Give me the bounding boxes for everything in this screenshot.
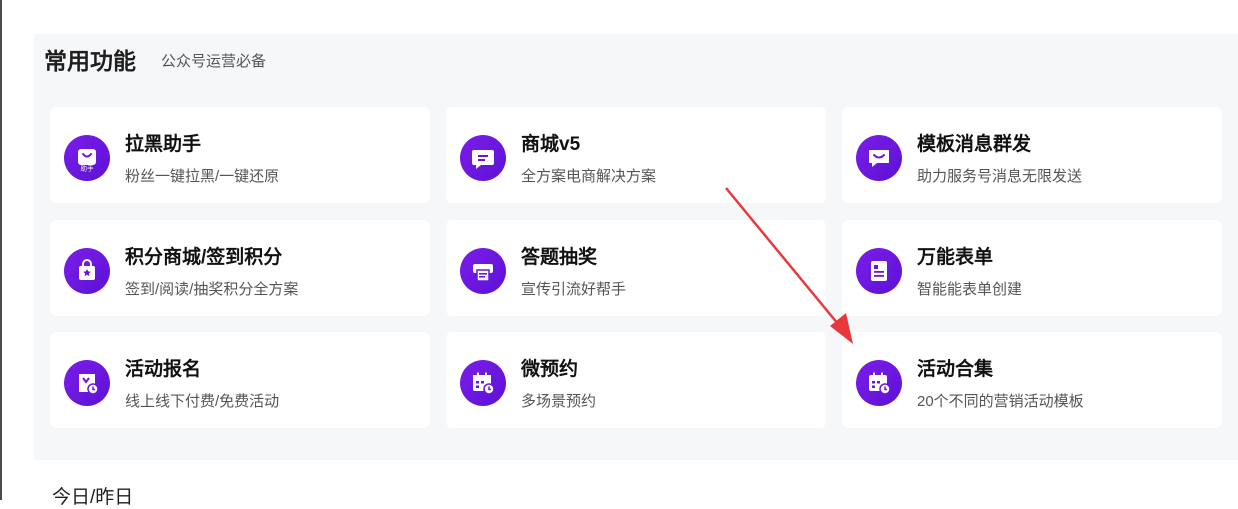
card-desc: 多场景预约	[521, 393, 597, 410]
card-activity-collection[interactable]: 活动合集 20个不同的营销活动模板	[842, 332, 1222, 428]
card-title: 积分商城/签到积分	[125, 247, 283, 268]
card-title: 微预约	[521, 359, 579, 380]
card-title: 商城v5	[521, 134, 581, 155]
card-blacklist-helper[interactable]: 助手 拉黑助手 粉丝一键拉黑/一键还原	[50, 107, 430, 203]
gift-bag-icon	[64, 248, 110, 294]
card-desc: 智能能表单创建	[917, 281, 1023, 298]
printer-icon	[460, 248, 506, 294]
calendar-clock-icon	[856, 360, 902, 406]
signup-clock-icon	[64, 360, 110, 406]
today-yesterday-label: 今日/昨日	[52, 487, 134, 508]
card-title: 万能表单	[917, 247, 994, 268]
card-title: 活动合集	[917, 359, 994, 380]
message-smile-icon	[856, 135, 902, 181]
card-universal-form[interactable]: 万能表单 智能能表单创建	[842, 220, 1222, 316]
card-points-mall[interactable]: 积分商城/签到积分 签到/阅读/抽奖积分全方案	[50, 220, 430, 316]
card-desc: 20个不同的营销活动模板	[917, 393, 1084, 410]
card-desc: 签到/阅读/抽奖积分全方案	[125, 281, 299, 298]
card-desc: 线上线下付费/免费活动	[125, 393, 280, 410]
calendar-clock-icon	[460, 360, 506, 406]
card-title: 拉黑助手	[125, 134, 202, 155]
card-desc: 全方案电商解决方案	[521, 168, 657, 185]
card-title: 答题抽奖	[521, 247, 598, 268]
left-border	[0, 0, 2, 500]
card-desc: 粉丝一键拉黑/一键还原	[125, 168, 280, 185]
common-functions-panel: 常用功能 公众号运营必备 助手 拉黑助手 粉丝一键拉黑/一键还原 商城v5 全方…	[34, 34, 1238, 460]
section-subtitle: 公众号运营必备	[161, 53, 267, 70]
card-mall-v5[interactable]: 商城v5 全方案电商解决方案	[446, 107, 826, 203]
card-title: 活动报名	[125, 359, 202, 380]
card-event-signup[interactable]: 活动报名 线上线下付费/免费活动	[50, 332, 430, 428]
form-icon	[856, 248, 902, 294]
svg-text:助手: 助手	[81, 164, 95, 173]
card-template-broadcast[interactable]: 模板消息群发 助力服务号消息无限发送	[842, 107, 1222, 203]
card-micro-booking[interactable]: 微预约 多场景预约	[446, 332, 826, 428]
section-title: 常用功能	[44, 48, 136, 74]
card-desc: 助力服务号消息无限发送	[917, 168, 1083, 185]
card-title: 模板消息群发	[917, 134, 1032, 155]
shopping-bag-icon: 助手	[64, 135, 110, 181]
chat-bubble-icon	[460, 135, 506, 181]
card-quiz-lottery[interactable]: 答题抽奖 宣传引流好帮手	[446, 220, 826, 316]
card-desc: 宣传引流好帮手	[521, 281, 627, 298]
